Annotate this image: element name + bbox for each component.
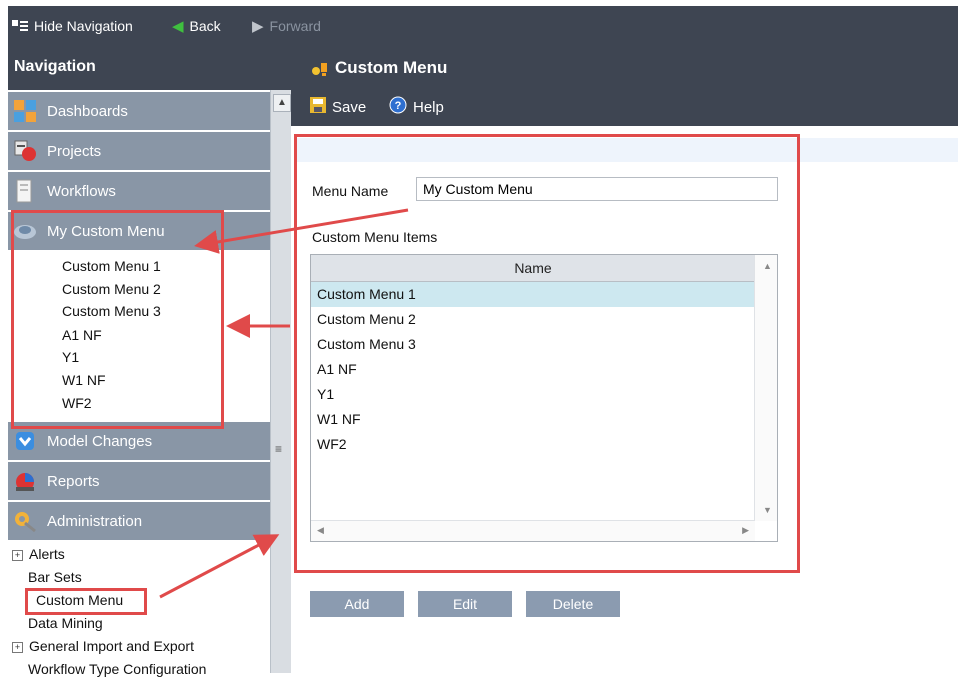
annotation-arrow bbox=[194, 208, 409, 254]
annotation-arrow bbox=[159, 534, 280, 599]
annotation-arrows bbox=[159, 208, 409, 599]
